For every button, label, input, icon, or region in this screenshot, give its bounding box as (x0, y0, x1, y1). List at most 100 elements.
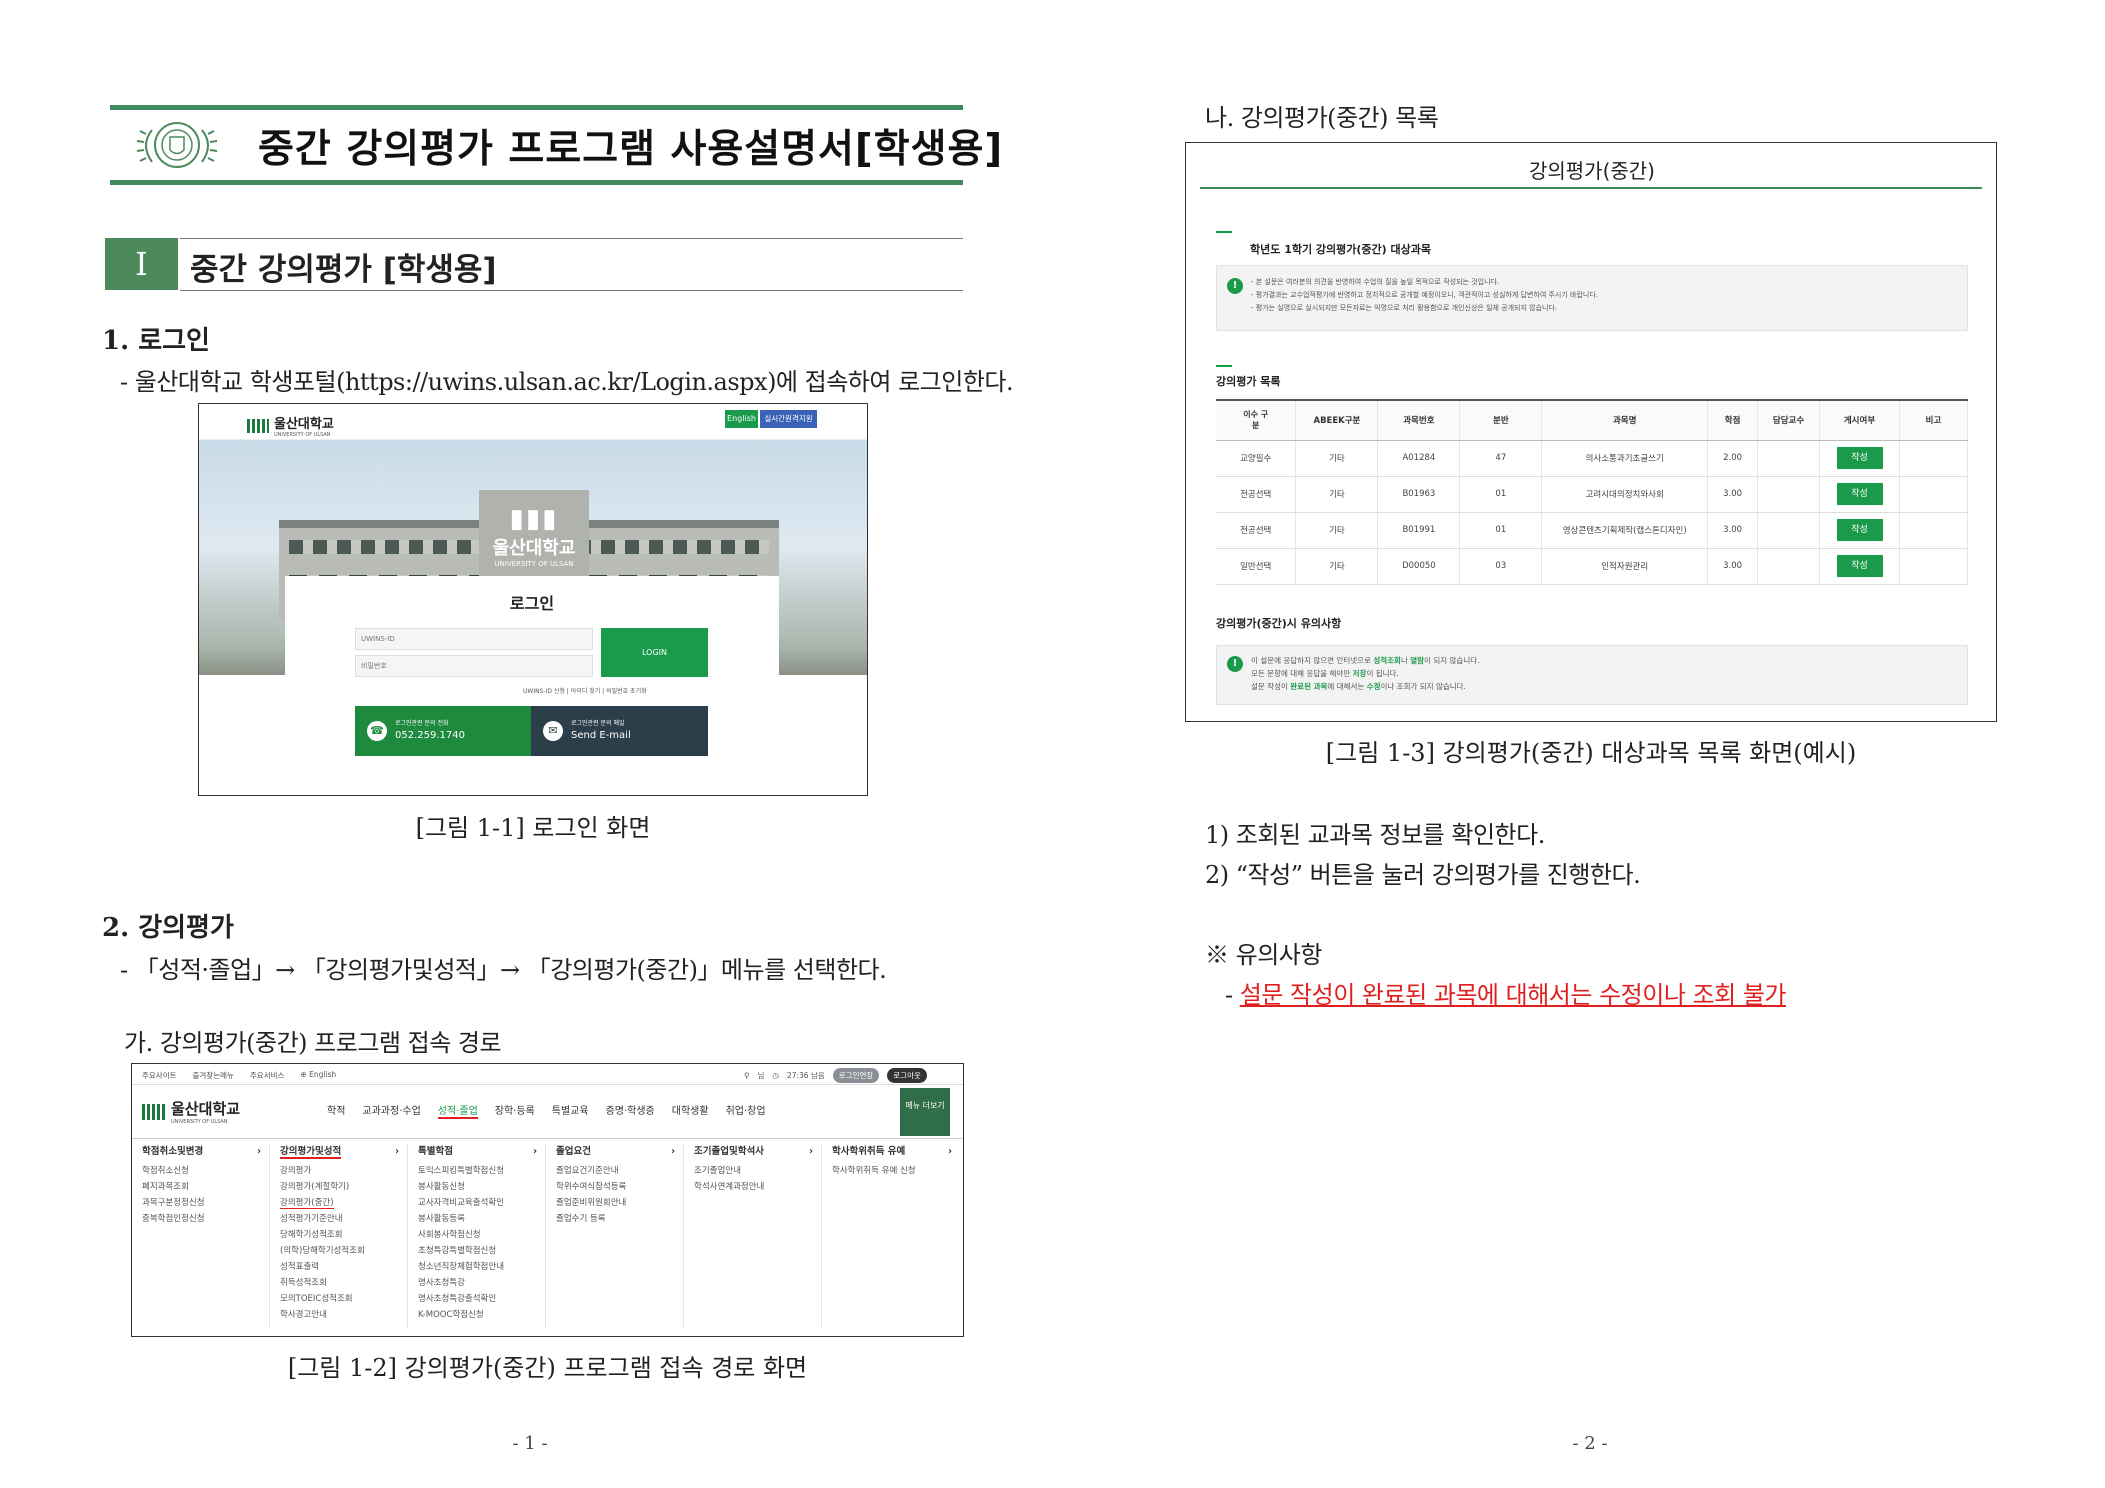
notice-box: ! - 본 설문은 여러분의 의견을 반영하여 수업의 질을 높일 목적으로 작… (1216, 265, 1968, 331)
menu-link[interactable]: 봉사활동등록 (418, 1211, 545, 1227)
section-bottom-rule (180, 290, 963, 291)
section-number-box: Ⅰ (105, 238, 178, 290)
nav-item[interactable]: 특별교육 (552, 1102, 589, 1119)
menu-link[interactable]: 봉사활동신청 (418, 1179, 545, 1195)
evaluation-heading: 2. 강의평가 (102, 913, 234, 943)
extend-login-button[interactable]: 로그인연장 (832, 1068, 880, 1083)
caution-heading: 강의평가(중간)시 유의사항 (1216, 617, 1342, 630)
section-title: 중간 강의평가 [학생용] (190, 252, 497, 288)
menu-link[interactable]: 강의평가(계절학기) (280, 1179, 407, 1195)
info-icon: ! (1227, 278, 1243, 294)
menu-header-logo: 울산대학교 (171, 1100, 241, 1118)
menu-column-evaluation: 강의평가및성적 › 강의평가 강의평가(계절학기) 강의평가(중간) 성적평가기준… (280, 1144, 408, 1329)
menu-link[interactable]: 학석사연계과정안내 (694, 1179, 821, 1195)
figure-1-3-caption: [그림 1-3] 강의평가(중간) 대상과목 목록 화면(예시) (1325, 739, 1857, 767)
menu-link[interactable]: 토익스피킹특별학점신청 (418, 1163, 545, 1179)
menu-link[interactable]: 성적평가기준안내 (280, 1211, 407, 1227)
notes-warning: 설문 작성이 완료된 과목에 대해서는 수정이나 조회 불가 (1239, 981, 1787, 1009)
university-seal-icon (132, 112, 222, 178)
menu-link[interactable]: 교사자격비교육출석확인 (418, 1195, 545, 1211)
nav-item[interactable]: 취업·창업 (726, 1102, 766, 1119)
clock-icon: ◷ (772, 1071, 779, 1080)
menu-link[interactable]: 명사초청특강 (418, 1275, 545, 1291)
table-header-row: 이수 구분 ABEEK구분 과목번호 분반 과목명 학점 담당교수 게시여부 비… (1216, 399, 1969, 441)
menu-link[interactable]: 학점취소신청 (142, 1163, 269, 1179)
menu-link[interactable]: 학사경고안내 (280, 1307, 407, 1323)
menu-link[interactable]: 성적표출력 (280, 1259, 407, 1275)
mail-icon: ✉ (543, 721, 563, 741)
menu-link[interactable]: 초청특강특별학점신청 (418, 1243, 545, 1259)
english-button[interactable]: English (725, 410, 758, 428)
menu-column: 학점취소및변경 › 학점취소신청 폐지과목조회 과목구분정정신청 중복학점인정신청 (142, 1144, 270, 1329)
table-row: 교양필수 기타 A01284 47 의사소통과기초글쓰기 2.00 작성 (1216, 440, 1969, 477)
menu-link[interactable]: 당해학기성적조회 (280, 1227, 407, 1243)
write-button[interactable]: 작성 (1836, 555, 1883, 577)
menu-link[interactable]: 학위수여식참석등록 (556, 1179, 683, 1195)
title-top-rule (110, 105, 963, 110)
menu-link[interactable]: K-MOOC학점신청 (418, 1307, 545, 1323)
menu-link[interactable]: 과목구분정정신청 (142, 1195, 269, 1211)
menu-link[interactable]: 사회봉사학점신청 (418, 1227, 545, 1243)
login-heading: 1. 로그인 (102, 326, 210, 356)
step-1: 1) 조회된 교과목 정보를 확인한다. (1205, 821, 1545, 849)
menu-link[interactable]: 명사초청특강출석확인 (418, 1291, 545, 1307)
account-links[interactable]: UWINS-ID 신청 | 아이디 찾기 | 비밀번호 초기화 (523, 686, 647, 695)
logout-button[interactable]: 로그아웃 (887, 1068, 927, 1083)
menu-column: 특별학점 › 토익스피킹특별학점신청 봉사활동신청 교사자격비교육출석확인 봉사활… (418, 1144, 546, 1329)
menu-path-screenshot: 주요사이트 즐겨찾는메뉴 주요서비스 ⊕ English ⚲ 님 ◷ 27:36… (131, 1063, 964, 1337)
session-timer: 27:36 남음 (786, 1071, 825, 1080)
uwins-id-input[interactable] (355, 628, 593, 650)
menu-link[interactable]: 청소년직장체험학점안내 (418, 1259, 545, 1275)
write-button[interactable]: 작성 (1836, 483, 1883, 505)
write-button[interactable]: 작성 (1836, 447, 1883, 469)
menu-column: 조기졸업및학석사 › 조기졸업안내 학석사연계과정안내 (694, 1144, 822, 1329)
menu-link[interactable]: 중복학점인정신청 (142, 1211, 269, 1227)
menu-link[interactable]: 졸업요건기준안내 (556, 1163, 683, 1179)
menu-more-button[interactable]: 메뉴 더보기 (900, 1088, 950, 1136)
document-title: 중간 강의평가 프로그램 사용설명서[학생용] (258, 127, 1004, 172)
list-heading: 강의평가 목록 (1216, 375, 1281, 388)
menu-link[interactable]: 강의평가 (280, 1163, 407, 1179)
nav-item-grades-graduation[interactable]: 성적·졸업 (437, 1102, 478, 1119)
evaluation-table: 이수 구분 ABEEK구분 과목번호 분반 과목명 학점 담당교수 게시여부 비… (1216, 399, 1969, 585)
phone-icon: ☎ (367, 721, 387, 741)
menu-link[interactable]: 조기졸업안내 (694, 1163, 821, 1179)
building-sign: ▮▮▮ 울산대학교 UNIVERSITY OF ULSAN (492, 504, 576, 568)
section-top-rule (180, 238, 963, 239)
phone-contact-box: ☎ 로그인관련 문의 전화 052.259.1740 (355, 706, 531, 756)
figure-1-2-caption: [그림 1-2] 강의평가(중간) 프로그램 접속 경로 화면 (287, 1354, 808, 1382)
menu-link[interactable]: 졸업수기 등록 (556, 1211, 683, 1227)
login-button[interactable]: LOGIN (601, 628, 708, 677)
title-bottom-rule (110, 180, 963, 185)
menu-link[interactable]: 취득성적조회 (280, 1275, 407, 1291)
globe-icon: ⊕ (300, 1070, 310, 1079)
nav-item[interactable]: 대학생활 (672, 1102, 709, 1119)
login-screenshot: 울산대학교 UNIVERSITY OF ULSAN English 실시간원격지… (198, 403, 868, 796)
email-contact-box[interactable]: ✉ 로그인관련 문의 메일 Send E-mail (531, 706, 708, 756)
password-input[interactable] (355, 655, 593, 677)
login-header-logo: 울산대학교 (274, 417, 334, 432)
menu-link[interactable]: 학사학위취득 유예 신청 (832, 1163, 960, 1179)
menu-link[interactable]: 모의TOEIC성적조회 (280, 1291, 407, 1307)
screen-title: 강의평가(중간) (1528, 159, 1655, 183)
nav-item[interactable]: 학적 (327, 1102, 345, 1119)
menu-link-midterm-evaluation[interactable]: 강의평가(중간) (280, 1195, 407, 1211)
notes-item: - 설문 작성이 완료된 과목에 대해서는 수정이나 조회 불가 (1225, 981, 1787, 1009)
write-button[interactable]: 작성 (1836, 519, 1883, 541)
ulsan-logo-icon (142, 1103, 166, 1120)
menu-link[interactable]: 졸업준비위원회안내 (556, 1195, 683, 1211)
nav-item[interactable]: 증명·학생증 (606, 1102, 655, 1119)
figure-1-1-caption: [그림 1-1] 로그인 화면 (415, 814, 651, 842)
table-row: 전공선택 기타 B01991 01 영상콘텐츠기획제작(캡스톤디자인) 3.00 작성 (1216, 512, 1969, 549)
nav-item[interactable]: 장학·등록 (495, 1102, 535, 1119)
menu-link[interactable]: 폐지과목조회 (142, 1179, 269, 1195)
nav-item[interactable]: 교과과정·수업 (362, 1102, 420, 1119)
realtime-support-button[interactable]: 실시간원격지원 (760, 410, 817, 428)
menu-link[interactable]: (의학)당해학기성적조회 (280, 1243, 407, 1259)
user-icon: ⚲ (744, 1071, 750, 1080)
top-links: 주요사이트 즐겨찾는메뉴 주요서비스 ⊕ English (142, 1070, 337, 1080)
login-instruction: - 울산대학교 학생포털(https://uwins.ulsan.ac.kr/L… (120, 368, 1014, 396)
evaluation-instruction: - 「성적·졸업」→ 「강의평가및성적」→ 「강의평가(중간)」메뉴를 선택한다… (120, 956, 887, 984)
step-2: 2) “작성” 버튼을 눌러 강의평가를 진행한다. (1205, 861, 1641, 889)
access-path-subheading: 가. 강의평가(중간) 프로그램 접속 경로 (124, 1029, 502, 1057)
